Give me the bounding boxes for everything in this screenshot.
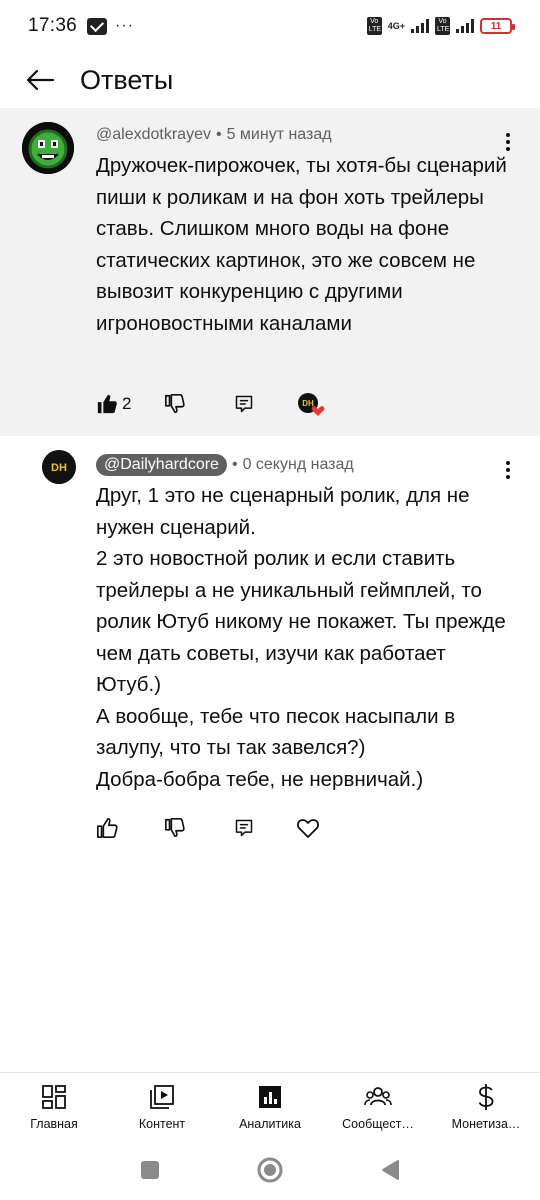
author-chip[interactable]: @Dailyhardcore	[96, 454, 227, 476]
volte-icon: Vo LTE	[366, 17, 382, 35]
network-type: 4G+	[387, 21, 405, 31]
home-button[interactable]	[254, 1154, 286, 1186]
comment-icon	[235, 395, 253, 413]
arrow-left-icon	[26, 69, 55, 91]
nav-item-dashboard[interactable]: Главная	[0, 1073, 108, 1140]
thumbs-down-icon	[165, 818, 185, 838]
comment-text: Друг, 1 это не сценарный ролик, для не н…	[96, 484, 506, 791]
like-button[interactable]	[96, 814, 164, 842]
back-button[interactable]	[20, 60, 60, 100]
mail-notification-icon	[87, 17, 108, 35]
back-nav-button[interactable]	[374, 1154, 406, 1186]
like-button[interactable]: 2	[96, 390, 164, 418]
volte-icon-2: Vo LTE	[435, 17, 450, 35]
more-notifications-icon: ···	[115, 17, 135, 34]
comment-time: 5 минут назад	[226, 126, 332, 143]
creator-badge-label: DH	[302, 399, 314, 408]
reply-comment: DH @Dailyhardcore • 0 секунд назад Друг,…	[0, 436, 540, 876]
thumbs-down-icon	[165, 394, 185, 414]
system-navigation	[0, 1140, 540, 1200]
dashboard-icon	[40, 1083, 68, 1111]
creator-heart-icon: DH	[298, 393, 325, 416]
circle-icon	[257, 1157, 283, 1183]
avatar[interactable]	[22, 122, 74, 174]
status-right: Vo LTE 4G+ Vo LTE 11	[366, 17, 515, 35]
smiley-avatar-icon	[22, 122, 74, 174]
square-icon	[141, 1161, 159, 1179]
status-time: 17:36	[28, 15, 78, 36]
dollar-icon	[472, 1083, 500, 1111]
app-header: Ответы	[0, 52, 540, 108]
comment-actions	[96, 814, 330, 842]
battery-icon: 11	[480, 18, 515, 34]
nav-item-content[interactable]: Контент	[108, 1073, 216, 1140]
bottom-navigation: Главная Контент Аналитика Сообщест… Моне…	[0, 1072, 540, 1140]
triangle-back-icon	[382, 1160, 399, 1180]
page-title: Ответы	[80, 64, 174, 95]
recents-button[interactable]	[134, 1154, 166, 1186]
comment-text: Дружочек-пирожочек, ты хотя-бы сценарий …	[96, 154, 513, 335]
battery-level: 11	[490, 20, 502, 32]
comment-actions: 2 DH	[96, 390, 330, 418]
comment-icon	[235, 819, 253, 837]
more-options-button[interactable]	[496, 458, 520, 482]
heart-button[interactable]	[296, 814, 330, 842]
creator-heart-badge[interactable]: DH	[296, 390, 330, 418]
nav-label: Аналитика	[239, 1117, 301, 1131]
thumbs-up-icon	[97, 818, 118, 838]
nav-item-monetization[interactable]: Монетиза…	[432, 1073, 540, 1140]
nav-label: Сообщест…	[342, 1117, 414, 1131]
thumbs-up-filled-icon	[97, 394, 117, 414]
nav-label: Монетиза…	[451, 1117, 521, 1131]
reply-button[interactable]	[234, 814, 296, 842]
channel-logo-label: DH	[51, 462, 67, 474]
like-count: 2	[122, 394, 132, 413]
nav-item-analytics[interactable]: Аналитика	[216, 1073, 324, 1140]
meta-separator: •	[215, 126, 222, 143]
signal-icon	[411, 19, 429, 33]
signal-icon-2	[456, 19, 474, 33]
content-icon	[148, 1083, 176, 1111]
channel-logo-icon: DH	[42, 450, 76, 484]
meta-separator: •	[231, 456, 238, 473]
analytics-icon	[256, 1083, 284, 1111]
dislike-button[interactable]	[164, 814, 234, 842]
author-name[interactable]: @alexdotkrayev	[96, 126, 211, 144]
comment-meta: @alexdotkrayev • 5 минут назад	[96, 126, 332, 144]
community-icon	[364, 1083, 392, 1111]
avatar[interactable]: DH	[42, 450, 76, 484]
notification-icons: ···	[87, 17, 134, 35]
comment-time: 0 секунд назад	[242, 456, 354, 473]
dislike-button[interactable]	[164, 390, 234, 418]
nav-label: Главная	[30, 1117, 78, 1131]
reply-button[interactable]	[234, 390, 296, 418]
heart-icon	[297, 819, 319, 838]
nav-item-community[interactable]: Сообщест…	[324, 1073, 432, 1140]
nav-label: Контент	[138, 1117, 186, 1131]
parent-comment: @alexdotkrayev • 5 минут назад Дружочек-…	[0, 108, 540, 436]
comment-meta: @Dailyhardcore • 0 секунд назад	[96, 454, 354, 476]
status-bar: 17:36 ··· Vo LTE 4G+ Vo LTE 11	[0, 0, 540, 52]
